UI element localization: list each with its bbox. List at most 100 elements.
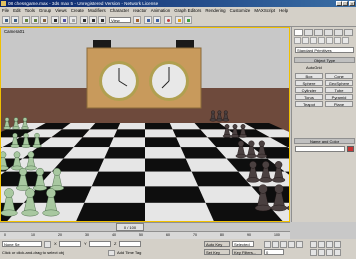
close-button[interactable]: × xyxy=(349,1,355,6)
track-bar-tick: 100 xyxy=(274,233,280,237)
systems-icon[interactable] xyxy=(342,37,349,44)
lock-selection-icon[interactable] xyxy=(44,241,51,248)
menu-item-customize[interactable]: Customize xyxy=(228,7,253,14)
menu-item-edit[interactable]: Edit xyxy=(11,7,23,14)
x-coordinate-field[interactable] xyxy=(59,241,81,247)
region-select-icon[interactable] xyxy=(69,16,77,24)
display-tab-icon[interactable] xyxy=(334,29,343,36)
object-button-tube[interactable]: Tube xyxy=(325,87,353,93)
object-button-plane[interactable]: Plane xyxy=(325,101,353,107)
bind-space-warp-icon[interactable] xyxy=(40,16,48,24)
z-label: Z xyxy=(114,241,117,246)
cameras-icon[interactable] xyxy=(318,37,325,44)
play-icon[interactable] xyxy=(280,241,287,248)
select-link-icon[interactable] xyxy=(22,16,30,24)
menu-item-tools[interactable]: Tools xyxy=(23,7,37,14)
lights-icon[interactable] xyxy=(310,37,317,44)
helpers-icon[interactable] xyxy=(326,37,333,44)
object-button-teapot[interactable]: Teapot xyxy=(295,101,323,107)
utilities-tab-icon[interactable] xyxy=(344,29,353,36)
unlink-icon[interactable] xyxy=(31,16,39,24)
select-move-icon[interactable] xyxy=(80,16,88,24)
align-icon[interactable] xyxy=(153,16,161,24)
key-mode-select[interactable]: Selected xyxy=(232,241,254,247)
zoom-extents-icon[interactable] xyxy=(326,241,333,248)
select-by-name-icon[interactable] xyxy=(60,16,68,24)
board-square xyxy=(145,186,206,203)
maximize-viewport-icon[interactable] xyxy=(334,249,341,256)
object-color-swatch[interactable] xyxy=(347,146,354,152)
menu-item-file[interactable]: File xyxy=(0,7,11,14)
object-button-box[interactable]: Box xyxy=(295,73,323,79)
geometry-icon[interactable] xyxy=(294,37,301,44)
viewport-label[interactable]: Camera01 xyxy=(4,29,25,34)
hierarchy-tab-icon[interactable] xyxy=(314,29,323,36)
time-tag-icon[interactable] xyxy=(108,250,115,256)
material-editor-icon[interactable] xyxy=(164,16,172,24)
current-frame-field[interactable]: 0 xyxy=(264,249,284,255)
menu-item-rendering[interactable]: Rendering xyxy=(203,7,227,14)
goto-end-icon[interactable] xyxy=(296,241,303,248)
zoom-extents-all-icon[interactable] xyxy=(334,241,341,248)
zoom-all-icon[interactable] xyxy=(318,241,325,248)
object-type-rollout-header[interactable]: Object Type xyxy=(294,57,355,63)
menu-item-group[interactable]: Group xyxy=(37,7,53,14)
create-tab-icon[interactable] xyxy=(294,29,303,36)
shapes-icon[interactable] xyxy=(302,37,309,44)
track-bar-tick: 60 xyxy=(166,233,170,237)
z-coordinate-field[interactable] xyxy=(119,241,141,247)
app-icon[interactable] xyxy=(1,1,6,6)
select-object-icon[interactable] xyxy=(51,16,59,24)
menu-item-graph-editors[interactable]: Graph Editors xyxy=(172,7,203,14)
time-slider-thumb[interactable]: 0 / 100 xyxy=(116,223,144,231)
redo-icon[interactable] xyxy=(11,16,19,24)
modify-tab-icon[interactable] xyxy=(304,29,313,36)
object-button-pyramid[interactable]: Pyramid xyxy=(325,94,353,100)
object-button-geosphere[interactable]: GeoSphere xyxy=(325,80,353,86)
next-frame-icon[interactable] xyxy=(288,241,295,248)
object-button-torus[interactable]: Torus xyxy=(295,94,323,100)
menu-item-help[interactable]: Help xyxy=(277,7,290,14)
pivot-center-icon[interactable] xyxy=(133,16,141,24)
orbit-icon[interactable] xyxy=(326,249,333,256)
menu-item-create[interactable]: Create xyxy=(69,7,86,14)
motion-tab-icon[interactable] xyxy=(324,29,333,36)
maximize-button[interactable]: □ xyxy=(342,1,348,6)
object-button-cylinder[interactable]: Cylinder xyxy=(295,87,323,93)
pan-icon[interactable] xyxy=(318,249,325,256)
zoom-icon[interactable] xyxy=(310,241,317,248)
menu-item-views[interactable]: Views xyxy=(53,7,69,14)
add-time-tag[interactable]: Add Time Tag xyxy=(117,250,141,255)
key-filters-button[interactable]: Key Filters... xyxy=(232,249,262,255)
menu-item-modifiers[interactable]: Modifiers xyxy=(86,7,108,14)
object-name-field[interactable] xyxy=(295,146,345,152)
space-warps-icon[interactable] xyxy=(334,37,341,44)
undo-icon[interactable] xyxy=(2,16,10,24)
board-square xyxy=(113,129,145,138)
auto-key-button[interactable]: Auto Key xyxy=(204,241,230,247)
y-coordinate-field[interactable] xyxy=(89,241,111,247)
select-rotate-icon[interactable] xyxy=(89,16,97,24)
command-panel: Standard Primitives Object Type AutoGrid… xyxy=(291,27,356,222)
name-color-rollout-header[interactable]: Name and Color xyxy=(294,138,355,144)
y-label: Y xyxy=(84,241,87,246)
goto-start-icon[interactable] xyxy=(264,241,271,248)
set-key-button[interactable]: Set Key xyxy=(204,249,230,255)
previous-frame-icon[interactable] xyxy=(272,241,279,248)
select-scale-icon[interactable] xyxy=(98,16,106,24)
menu-item-character[interactable]: Character xyxy=(108,7,131,14)
menu-item-animation[interactable]: Animation xyxy=(149,7,173,14)
board-square xyxy=(145,202,214,221)
camera-viewport[interactable]: Camera01 xyxy=(0,27,290,222)
quick-render-icon[interactable] xyxy=(184,16,192,24)
mirror-icon[interactable] xyxy=(144,16,152,24)
render-scene-icon[interactable] xyxy=(175,16,183,24)
primitive-category-dropdown[interactable]: Standard Primitives xyxy=(295,47,354,53)
field-of-view-icon[interactable] xyxy=(310,249,317,256)
autogrid-checkbox[interactable]: AutoGrid xyxy=(306,65,322,70)
reference-coordinate-combo[interactable]: View xyxy=(109,17,131,23)
menu-item-maxscript[interactable]: MAXScript xyxy=(252,7,277,14)
object-button-cone[interactable]: Cone xyxy=(325,73,353,79)
menu-item-reactor[interactable]: reactor xyxy=(131,7,149,14)
object-button-sphere[interactable]: Sphere xyxy=(295,80,323,86)
